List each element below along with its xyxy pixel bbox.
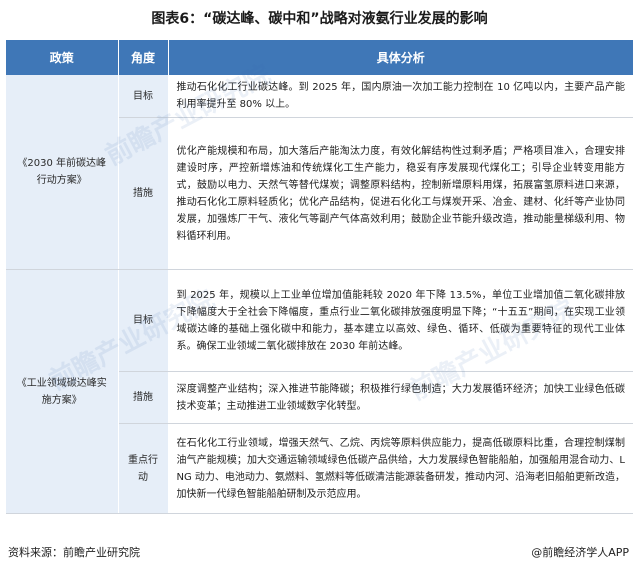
angle-label: 目标 — [118, 269, 169, 372]
policy-name: 《2030 年前碳达峰行动方案》 — [6, 75, 119, 270]
detail-text: 在石化化工行业领域，增强天然气、乙烷、丙烷等原料供应能力，提高低碳原料比重，合理… — [168, 423, 633, 514]
app-credit: @前瞻经济学人APP — [531, 546, 629, 559]
table-row: 《2030 年前碳达峰行动方案》 目标 推动石化化工行业碳达峰。到 2025 年… — [6, 75, 633, 270]
angle-label: 措施 — [118, 117, 169, 270]
detail-text: 到 2025 年，规模以上工业单位增加值能耗较 2020 年下降 13.5%，单… — [168, 269, 633, 372]
page-title: 图表6：“碳达峰、碳中和”战略对液氨行业发展的影响 — [151, 11, 488, 27]
header-detail: 具体分析 — [168, 40, 633, 75]
source-note: 资料来源：前瞻产业研究院 — [8, 546, 140, 559]
angle-label: 重点行动 — [118, 423, 169, 514]
header-policy: 政策 — [6, 40, 119, 75]
policy-table: 政策 角度 具体分析 《2030 年前碳达峰行动方案》 目标 推动石化化工行业碳… — [6, 40, 633, 514]
header-angle: 角度 — [118, 40, 169, 75]
angle-label: 措施 — [118, 371, 169, 424]
table-row: 《工业领域碳达峰实施方案》 目标 到 2025 年，规模以上工业单位增加值能耗较… — [6, 269, 633, 514]
detail-text: 深度调整产业结构；深入推进节能降碳；积极推行绿色制造；大力发展循环经济；加快工业… — [168, 371, 633, 424]
policy-name: 《工业领域碳达峰实施方案》 — [6, 269, 119, 514]
table-header-row: 政策 角度 具体分析 — [6, 40, 633, 75]
detail-text: 推动石化化工行业碳达峰。到 2025 年，国内原油一次加工能力控制在 10 亿吨… — [168, 75, 633, 118]
angle-label: 目标 — [118, 75, 169, 118]
detail-text: 优化产能规模和布局，加大落后产能淘汰力度，有效化解结构性过剩矛盾；严格项目准入，… — [168, 117, 633, 270]
